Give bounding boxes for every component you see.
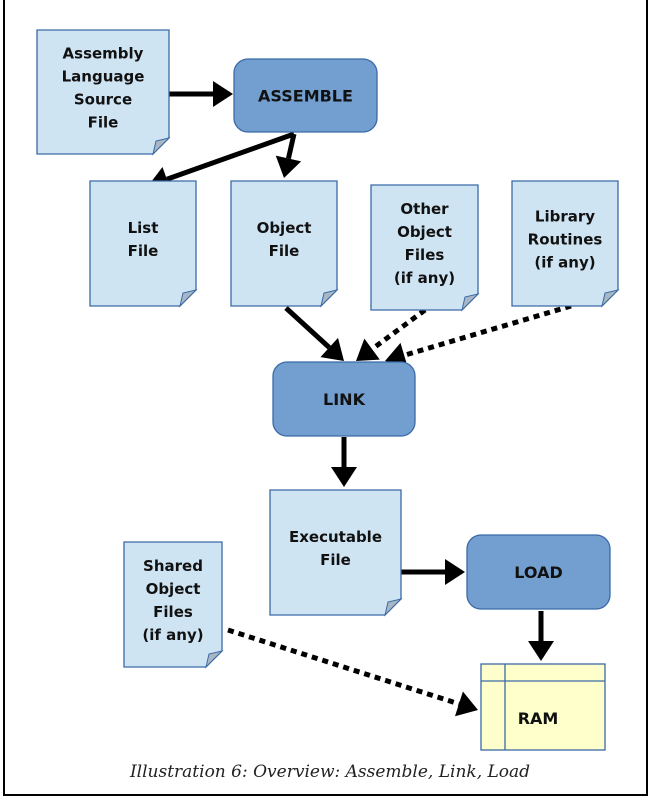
document-label-line: File	[128, 242, 159, 260]
process-assemble: ASSEMBLE	[233, 58, 378, 133]
arrowhead-link-to-executable	[331, 467, 357, 487]
process-label: LOAD	[514, 563, 562, 582]
arrowhead-load-to-ram	[528, 641, 554, 661]
document-label-line: Executable	[289, 528, 382, 546]
document-label-line: Object	[257, 219, 312, 237]
document-label-line: Assembly	[63, 45, 144, 63]
edge-object_file-to-link	[284, 306, 331, 350]
document-label-line: Object	[397, 223, 452, 241]
document-label-line: File	[269, 242, 300, 260]
document-list-file: List File	[89, 180, 198, 308]
edge-assemble-to-list_file	[166, 131, 295, 182]
document-label-line: Files	[153, 603, 193, 621]
figure-caption: Illustration 6: Overview: Assemble, Link…	[129, 762, 531, 782]
process-label: LINK	[323, 390, 366, 409]
document-label-line: File	[88, 114, 119, 132]
document-asm-src: Assembly Language Source File	[36, 29, 171, 156]
document-label-line: Source	[74, 91, 132, 109]
process-link: LINK	[272, 361, 416, 437]
document-shared-objects: Shared Object Files (if any)	[123, 541, 224, 669]
storage-shape	[480, 663, 606, 751]
document-label-line: Shared	[143, 557, 203, 575]
document-label-line: (if any)	[142, 626, 203, 644]
process-load: LOAD	[466, 534, 611, 610]
document-object-file: Object File	[230, 180, 339, 308]
edge-library-to-link	[403, 303, 572, 358]
document-other-objects: Other Object Files (if any)	[370, 184, 480, 312]
flow-diagram: AssemblyLanguageSourceFileListFileObject…	[36, 29, 620, 751]
edge-other_objects-to-link	[370, 307, 427, 352]
edge-shared_objects-to-ram	[227, 627, 460, 707]
document-executable: Executable File	[269, 489, 403, 617]
arrowhead-executable-to-load	[445, 559, 465, 585]
document-label-line: List	[128, 219, 159, 237]
arrowhead-other_objects-to-link	[356, 338, 380, 361]
storage-ram: RAM	[480, 663, 606, 751]
document-label-line: Library	[535, 208, 595, 226]
document-label-line: Routines	[528, 231, 603, 249]
document-library: Library Routines (if any)	[511, 180, 620, 308]
storage-label: RAM	[518, 709, 559, 728]
document-label-line: Files	[405, 246, 445, 264]
document-label-line: Object	[146, 580, 201, 598]
document-label-line: (if any)	[534, 254, 595, 272]
document-label-line: Other	[400, 200, 449, 218]
document-label-line: (if any)	[394, 269, 455, 287]
process-label: ASSEMBLE	[258, 87, 353, 106]
document-label-line: Language	[62, 68, 145, 86]
document-label-line: File	[320, 551, 351, 569]
arrowhead-assemble-to-object_file	[275, 155, 302, 178]
arrowhead-asm_src-to-assemble	[213, 81, 233, 107]
